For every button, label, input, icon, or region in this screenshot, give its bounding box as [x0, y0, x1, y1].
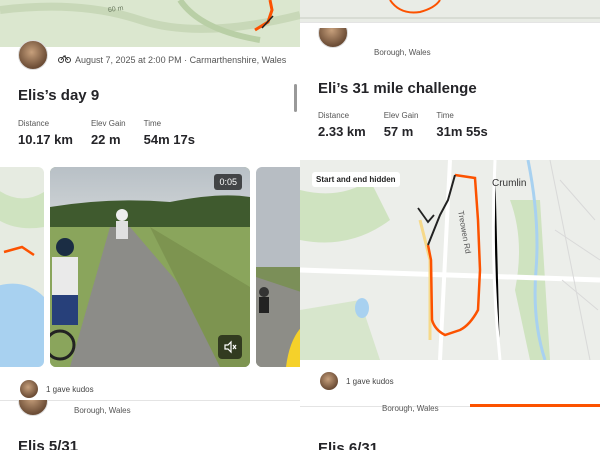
stat-time: Time 31m 55s [436, 111, 488, 139]
next-activity-title[interactable]: Elis 5/31 [18, 438, 78, 450]
route-map[interactable]: Start and end hidden Crumlin Treowen Rd [300, 160, 600, 360]
muted-speaker-icon[interactable] [218, 335, 242, 359]
activity-title[interactable]: Eli’s 31 mile challenge [318, 80, 477, 97]
previous-activity-map[interactable] [300, 0, 600, 22]
activity-stats: Distance 10.17 km Elev Gain 22 m Time 54… [18, 119, 213, 147]
feed-column-right: Borough, Wales Eli’s 31 mile challenge D… [300, 0, 600, 450]
activity-stats: Distance 2.33 km Elev Gain 57 m Time 31m… [318, 111, 506, 139]
stat-time: Time 54m 17s [143, 119, 195, 147]
activity-date-location: August 7, 2025 at 2:00 PM · Carmarthensh… [75, 54, 287, 65]
kudos-count[interactable]: 1 gave kudos [346, 377, 394, 386]
progress-bar [470, 404, 600, 407]
scrollbar-thumb[interactable] [294, 84, 297, 112]
map-town-label: Crumlin [492, 178, 527, 189]
video-duration: 0:05 [214, 174, 242, 190]
activity-video[interactable]: 0:05 [50, 167, 250, 367]
activity-title[interactable]: Elis’s day 9 [18, 87, 99, 104]
card-divider [300, 22, 600, 23]
next-activity-title[interactable]: Elis 6/31 [318, 440, 378, 450]
kudos-count[interactable]: 1 gave kudos [46, 385, 94, 394]
athlete-avatar[interactable] [18, 40, 48, 70]
route-map-thumbnail[interactable] [0, 167, 44, 367]
kudos-avatar[interactable] [320, 372, 338, 390]
kudos-avatar[interactable] [20, 380, 38, 398]
stat-elev-gain: Elev Gain 57 m [383, 111, 419, 139]
start-end-hidden-badge: Start and end hidden [312, 172, 400, 187]
stat-elev-gain: Elev Gain 22 m [90, 119, 126, 147]
stat-distance: Distance 2.33 km [318, 111, 366, 139]
stat-distance: Distance 10.17 km [18, 119, 73, 147]
next-activity-location: Borough, Wales [382, 404, 439, 413]
next-activity-location: Borough, Wales [74, 406, 131, 415]
activity-location: Borough, Wales [374, 48, 431, 57]
previous-activity-map[interactable]: 60 m [0, 0, 300, 47]
activity-photo[interactable] [256, 167, 300, 367]
activity-meta: August 7, 2025 at 2:00 PM · Carmarthensh… [58, 54, 286, 65]
feed-column-left: 60 m August 7, 2025 at 2:00 PM · Carmart… [0, 0, 300, 450]
bike-icon [58, 54, 71, 65]
